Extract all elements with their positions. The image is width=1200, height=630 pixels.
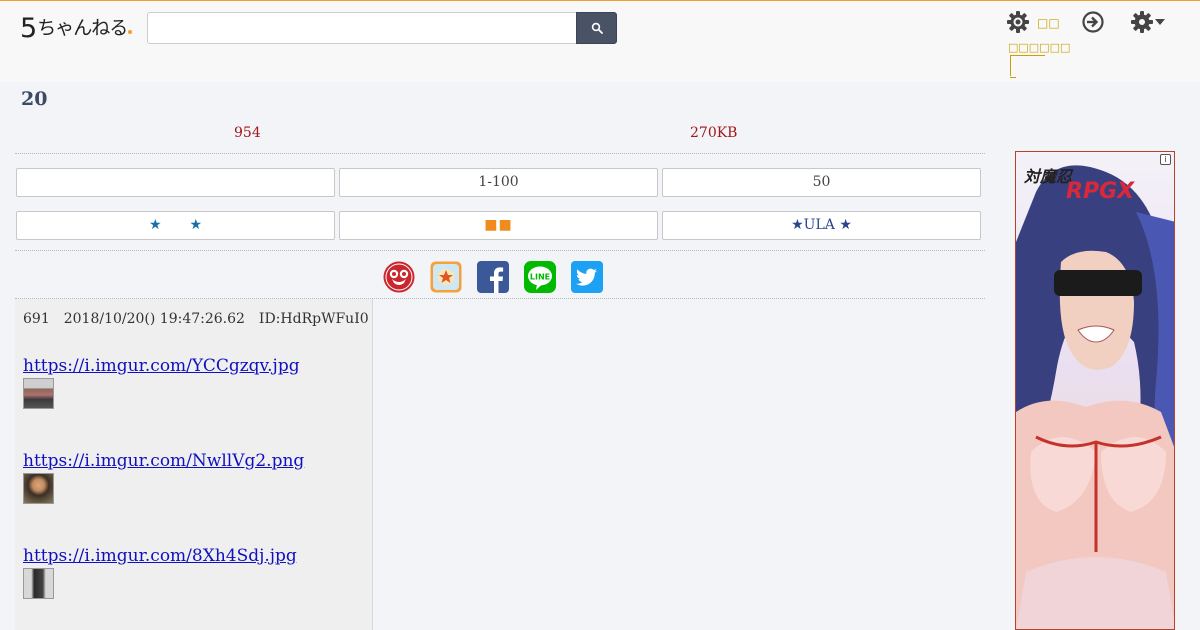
image-thumbnail[interactable] xyxy=(23,473,54,504)
settings-gear-button[interactable] xyxy=(1006,10,1030,38)
bracket-decoration xyxy=(1010,55,1045,78)
logo-rest: ちゃんねる xyxy=(37,17,128,39)
image-link[interactable]: https://i.imgur.com/YCCgzqv.jpg xyxy=(23,356,300,376)
advertisement-banner[interactable]: 対魔忍 RPGX i xyxy=(1015,151,1175,630)
site-logo[interactable]: 5ちゃんねる xyxy=(20,13,133,44)
image-link[interactable]: https://i.imgur.com/NwllVg2.png xyxy=(23,451,304,471)
twitter-icon[interactable] xyxy=(571,261,603,293)
image-thumbnail[interactable] xyxy=(23,378,54,409)
kanji-label: □□ xyxy=(1037,16,1060,30)
search-button[interactable] xyxy=(576,12,617,44)
svg-text:LINE: LINE xyxy=(530,272,550,281)
sub-label: □□□□□□ xyxy=(1008,41,1071,54)
5ch-icon[interactable] xyxy=(383,261,415,293)
search-icon xyxy=(591,22,603,34)
nav-button-first-100[interactable]: 1-100 xyxy=(339,168,658,197)
ad-artwork: 対魔忍 RPGX xyxy=(1016,165,1174,629)
nav-button-star[interactable]: ★ ★ xyxy=(16,211,335,240)
settings-menu-button[interactable] xyxy=(1130,10,1168,38)
nav-button-ula[interactable]: ★ULA ★ xyxy=(662,211,981,240)
login-icon xyxy=(1082,11,1104,33)
facebook-icon[interactable] xyxy=(477,261,509,293)
post-header: 691 2018/10/20() 19:47:26.62 ID:HdRpWFuI… xyxy=(23,311,369,327)
nav-button-all[interactable] xyxy=(16,168,335,197)
image-thumbnail[interactable] xyxy=(23,568,54,599)
divider xyxy=(15,250,985,251)
bookmark-icon[interactable] xyxy=(430,261,462,293)
logo-dot xyxy=(128,30,133,34)
nav-button-orange[interactable]: ■■ xyxy=(339,211,658,240)
posts-count: 954 xyxy=(234,125,261,141)
ad-info-icon[interactable]: i xyxy=(1160,154,1171,165)
thread-size: 270KB xyxy=(690,125,738,141)
gear-dropdown-icon xyxy=(1131,11,1165,33)
svg-text:RPGX: RPGX xyxy=(1066,179,1135,204)
image-link[interactable]: https://i.imgur.com/8Xh4Sdj.jpg xyxy=(23,546,297,566)
nav-button-latest-50[interactable]: 50 xyxy=(662,168,981,197)
top-header: 5ちゃんねる □□ □□□□□□ xyxy=(0,0,1200,82)
thread-title: 20 xyxy=(21,88,48,110)
login-button[interactable] xyxy=(1081,10,1105,38)
gear-icon xyxy=(1007,11,1029,33)
divider xyxy=(15,153,985,154)
line-icon[interactable]: LINE xyxy=(524,261,556,293)
post: 691 2018/10/20() 19:47:26.62 ID:HdRpWFuI… xyxy=(15,299,373,630)
logo-main: 5 xyxy=(20,13,37,44)
search-input[interactable] xyxy=(147,12,577,44)
